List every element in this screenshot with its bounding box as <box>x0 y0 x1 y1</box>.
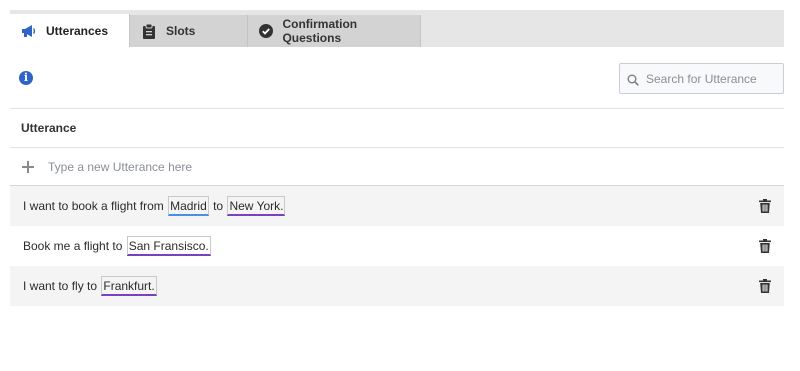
utterance-text: I want to fly to Frankfurt. <box>23 276 158 296</box>
slot-annotation[interactable]: Madrid <box>168 196 209 216</box>
slot-annotation[interactable]: Frankfurt. <box>101 276 157 296</box>
megaphone-icon <box>21 23 37 39</box>
new-utterance-row <box>10 148 784 186</box>
tab-confirmation-questions[interactable]: Confirmation Questions <box>248 15 421 47</box>
utterances-panel: Utterances Slots Confirmation Questions … <box>10 10 784 306</box>
new-utterance-input[interactable] <box>48 159 648 174</box>
utterance-text: I want to book a flight from Madrid to N… <box>23 196 286 216</box>
plus-icon[interactable] <box>22 160 34 173</box>
tab-utterances[interactable]: Utterances <box>10 14 130 47</box>
utterance-row[interactable]: Book me a flight to San Fransisco. <box>10 226 784 266</box>
check-circle-icon <box>259 23 274 39</box>
tab-slots[interactable]: Slots <box>130 15 248 47</box>
tab-label: Utterances <box>46 23 109 38</box>
utterance-text-segment: to <box>209 199 227 213</box>
tab-label: Confirmation Questions <box>282 17 358 45</box>
clipboard-icon <box>141 23 157 39</box>
column-header-utterance: Utterance <box>10 109 784 148</box>
search-icon <box>627 73 639 86</box>
utterance-row[interactable]: I want to fly to Frankfurt. <box>10 266 784 306</box>
trash-icon[interactable] <box>759 239 771 253</box>
slot-annotation[interactable]: New York. <box>227 196 286 216</box>
tab-label: Slots <box>166 24 196 38</box>
search-box[interactable] <box>619 63 784 94</box>
utterance-row[interactable]: I want to book a flight from Madrid to N… <box>10 186 784 226</box>
info-icon[interactable]: i <box>19 71 33 85</box>
search-input[interactable] <box>646 71 776 86</box>
toolbar: i <box>10 47 784 109</box>
trash-icon[interactable] <box>759 279 771 293</box>
utterance-list: I want to book a flight from Madrid to N… <box>10 186 784 306</box>
trash-icon[interactable] <box>759 199 771 213</box>
utterance-text: Book me a flight to San Fransisco. <box>23 236 212 256</box>
slot-annotation[interactable]: San Fransisco. <box>126 236 211 256</box>
utterance-text-segment: I want to book a flight from <box>23 199 168 213</box>
utterance-text-segment: I want to fly to <box>23 279 101 293</box>
tab-bar: Utterances Slots Confirmation Questions <box>10 10 784 47</box>
utterance-text-segment: Book me a flight to <box>23 239 126 253</box>
